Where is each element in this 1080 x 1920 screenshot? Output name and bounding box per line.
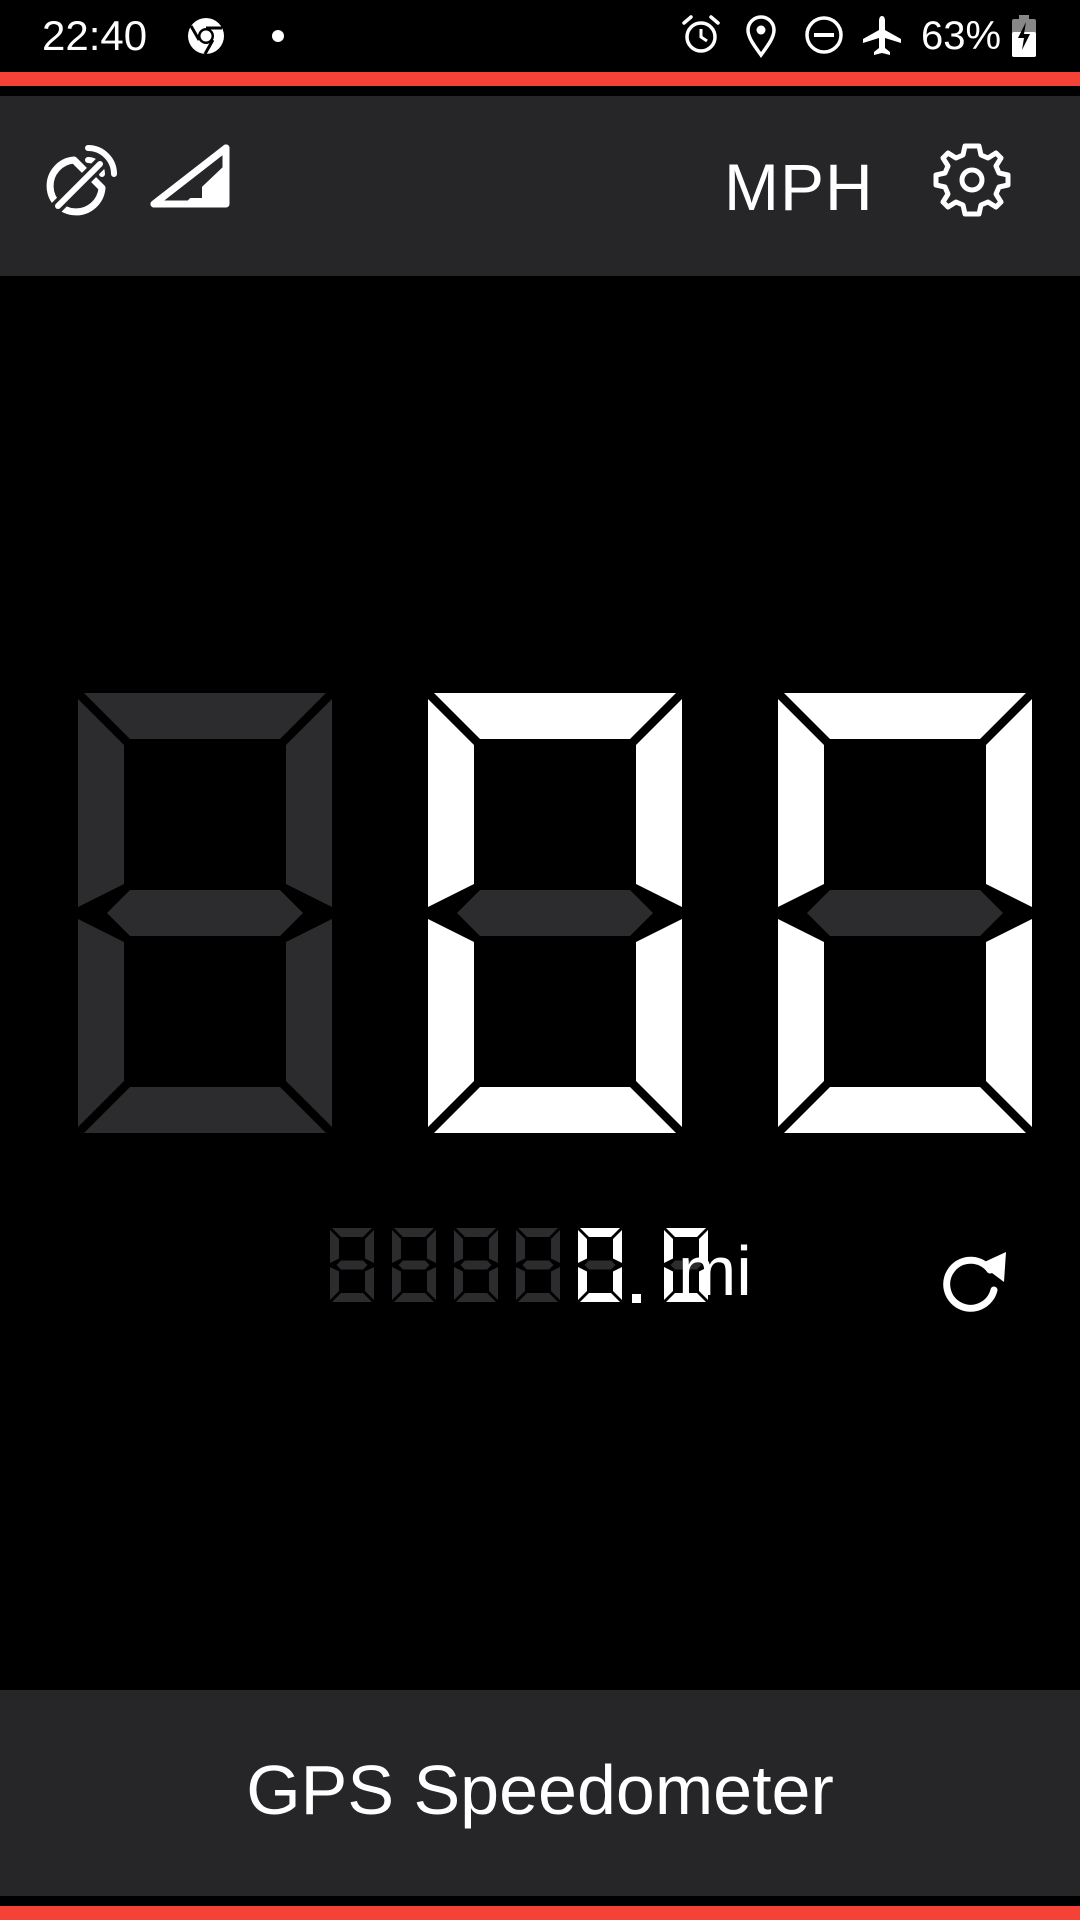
segment-a bbox=[434, 693, 676, 739]
segment-f bbox=[428, 699, 474, 907]
segment-d bbox=[784, 1087, 1026, 1133]
speed-digit-tens bbox=[428, 693, 682, 1133]
segment-c bbox=[286, 919, 332, 1127]
segment-g bbox=[398, 1260, 430, 1270]
segment-b bbox=[636, 699, 682, 907]
segment-f bbox=[392, 1230, 401, 1263]
segment-d bbox=[580, 1293, 620, 1302]
segment-b bbox=[365, 1230, 374, 1263]
accent-line-top bbox=[0, 72, 1080, 86]
segment-b bbox=[489, 1230, 498, 1263]
segment-a bbox=[84, 693, 326, 739]
segment-b bbox=[613, 1230, 622, 1263]
segment-f bbox=[578, 1230, 587, 1263]
segment-f bbox=[78, 699, 124, 907]
odometer-unit: mi bbox=[678, 1232, 752, 1310]
battery-percent: 63% bbox=[921, 14, 1002, 58]
gear-icon[interactable] bbox=[930, 138, 1014, 222]
segment-b bbox=[551, 1230, 560, 1263]
segment-a bbox=[580, 1228, 620, 1237]
segment-e bbox=[578, 1267, 587, 1300]
unit-toggle[interactable]: MPH bbox=[724, 144, 874, 230]
airplane-mode-icon bbox=[863, 16, 901, 55]
segment-c bbox=[636, 919, 682, 1127]
segment-g bbox=[460, 1260, 492, 1270]
segment-e bbox=[516, 1267, 525, 1300]
status-time: 22:40 bbox=[42, 12, 148, 59]
segment-a bbox=[784, 693, 1026, 739]
segment-f bbox=[516, 1230, 525, 1263]
segment-g bbox=[522, 1260, 554, 1270]
segment-f bbox=[330, 1230, 339, 1263]
segment-f bbox=[778, 699, 824, 907]
segment-c bbox=[551, 1267, 560, 1300]
alarm-icon bbox=[682, 15, 720, 53]
chrome-icon bbox=[188, 18, 224, 55]
segment-g bbox=[336, 1260, 368, 1270]
decimal-point bbox=[632, 1294, 641, 1303]
footer-banner: GPS Speedometer bbox=[0, 1690, 1080, 1896]
segment-d bbox=[84, 1087, 326, 1133]
segment-d bbox=[434, 1087, 676, 1133]
segment-e bbox=[778, 919, 824, 1127]
segment-d bbox=[518, 1293, 558, 1302]
segment-a bbox=[456, 1228, 496, 1237]
segment-a bbox=[518, 1228, 558, 1237]
segment-f bbox=[454, 1230, 463, 1263]
segment-e bbox=[78, 919, 124, 1127]
segment-g bbox=[107, 890, 303, 936]
segment-d bbox=[394, 1293, 434, 1302]
toolbar: MPH bbox=[0, 96, 1080, 276]
segment-d bbox=[456, 1293, 496, 1302]
app-title: GPS Speedometer bbox=[246, 1751, 834, 1829]
segment-d bbox=[332, 1293, 372, 1302]
segment-e bbox=[392, 1267, 401, 1300]
segment-c bbox=[986, 919, 1032, 1127]
segment-e bbox=[428, 919, 474, 1127]
segment-g bbox=[807, 890, 1003, 936]
segment-c bbox=[365, 1267, 374, 1300]
notification-dot-icon bbox=[272, 30, 284, 42]
accent-line-bottom bbox=[0, 1906, 1080, 1920]
segment-g bbox=[584, 1260, 616, 1270]
segment-b bbox=[427, 1230, 436, 1263]
segment-c bbox=[427, 1267, 436, 1300]
segment-b bbox=[286, 699, 332, 907]
segment-a bbox=[332, 1228, 372, 1237]
segment-f bbox=[664, 1230, 673, 1263]
status-bar: 22:40 63% bbox=[0, 0, 1080, 72]
battery-charging-icon bbox=[1012, 15, 1036, 57]
speed-display bbox=[70, 688, 1050, 1138]
reset-icon[interactable] bbox=[932, 1240, 1012, 1320]
segment-c bbox=[613, 1267, 622, 1300]
speed-digit-hundreds bbox=[78, 693, 332, 1133]
speed-digit-ones bbox=[778, 693, 1032, 1133]
signal-icon[interactable] bbox=[150, 144, 232, 208]
segment-e bbox=[664, 1267, 673, 1300]
divider-top bbox=[0, 86, 1080, 96]
segment-e bbox=[330, 1267, 339, 1300]
segment-g bbox=[457, 890, 653, 936]
segment-a bbox=[394, 1228, 434, 1237]
segment-b bbox=[986, 699, 1032, 907]
gps-off-icon[interactable] bbox=[44, 138, 124, 218]
location-icon bbox=[746, 15, 776, 58]
divider-bottom bbox=[0, 1896, 1080, 1906]
do-not-disturb-icon bbox=[805, 16, 843, 54]
segment-e bbox=[454, 1267, 463, 1300]
segment-c bbox=[489, 1267, 498, 1300]
